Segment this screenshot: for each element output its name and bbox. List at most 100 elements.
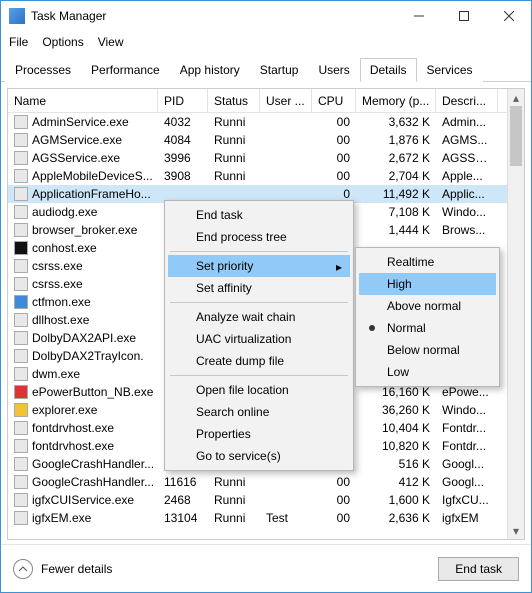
priority-high[interactable]: High [359,273,496,295]
process-row[interactable]: AGSService.exe3996Runni002,672 KAGSSe... [8,149,524,167]
radio-selected-icon [369,325,375,331]
col-status[interactable]: Status [208,89,260,112]
process-pid: 2468 [158,493,208,507]
column-headers: Name PID Status User ... CPU Memory (p..… [8,89,524,113]
process-cpu: 0 [312,187,356,201]
process-description: Brows... [436,223,498,237]
col-memory[interactable]: Memory (p... [356,89,436,112]
process-memory: 1,876 K [356,133,436,147]
ctx-properties[interactable]: Properties [168,423,350,445]
process-pid: 11616 [158,475,208,489]
tab-strip: ProcessesPerformanceApp historyStartupUs… [1,53,531,82]
process-cpu: 00 [312,169,356,183]
process-row[interactable]: AGMService.exe4084Runni001,876 KAGMS... [8,131,524,149]
menu-view[interactable]: View [98,35,124,49]
priority-normal[interactable]: Normal [359,317,496,339]
col-description[interactable]: Descri... [436,89,498,112]
ctx-search-online[interactable]: Search online [168,401,350,423]
process-name: igfxEM.exe [32,511,91,525]
process-row[interactable]: GoogleCrashHandler...11616Runni00412 KGo… [8,473,524,491]
col-pid[interactable]: PID [158,89,208,112]
process-icon [14,367,28,381]
priority-below-normal[interactable]: Below normal [359,339,496,361]
process-description: igfxEM [436,511,498,525]
process-memory: 36,260 K [356,403,436,417]
process-description: Fontdr... [436,421,498,435]
ctx-go-to-services[interactable]: Go to service(s) [168,445,350,467]
priority-realtime[interactable]: Realtime [359,251,496,273]
process-icon [14,385,28,399]
process-memory: 11,492 K [356,187,436,201]
process-icon [14,331,28,345]
ctx-end-task[interactable]: End task [168,204,350,226]
ctx-create-dump-file[interactable]: Create dump file [168,350,350,372]
process-description: Windo... [436,403,498,417]
process-row[interactable]: igfxEM.exe13104RunniTest002,636 KigfxEM [8,509,524,527]
process-icon [14,277,28,291]
end-task-button[interactable]: End task [438,557,519,581]
process-description: AGMS... [436,133,498,147]
process-memory: 1,444 K [356,223,436,237]
process-description: IgfxCU... [436,493,498,507]
process-status: Runni [208,169,260,183]
ctx-end-process-tree[interactable]: End process tree [168,226,350,248]
maximize-button[interactable] [441,1,486,31]
process-cpu: 00 [312,115,356,129]
process-name: DolbyDAX2TrayIcon. [32,349,144,363]
ctx-uac-virtualization[interactable]: UAC virtualization [168,328,350,350]
process-cpu: 00 [312,151,356,165]
close-button[interactable] [486,1,531,31]
ctx-analyze-wait-chain[interactable]: Analyze wait chain [168,306,350,328]
minimize-button[interactable] [396,1,441,31]
process-name: conhost.exe [32,241,97,255]
tab-app-history[interactable]: App history [170,58,250,82]
process-row[interactable]: AdminService.exe4032Runni003,632 KAdmin.… [8,113,524,131]
submenu-arrow-icon: ▸ [336,260,342,274]
process-icon [14,205,28,219]
process-name: GoogleCrashHandler... [32,457,154,471]
process-description: AGSSe... [436,151,498,165]
process-icon [14,475,28,489]
process-name: explorer.exe [32,403,97,417]
priority-above-normal[interactable]: Above normal [359,295,496,317]
process-icon [14,241,28,255]
titlebar: Task Manager [1,1,531,31]
menu-file[interactable]: File [9,35,28,49]
col-name[interactable]: Name [8,89,158,112]
process-memory: 516 K [356,457,436,471]
process-memory: 7,108 K [356,205,436,219]
tab-processes[interactable]: Processes [5,58,81,82]
priority-low[interactable]: Low [359,361,496,383]
process-row[interactable]: AppleMobileDeviceS...3908Runni002,704 KA… [8,167,524,185]
process-description: Admin... [436,115,498,129]
process-cpu: 00 [312,511,356,525]
footer: Fewer details End task [1,544,531,592]
process-memory: 10,404 K [356,421,436,435]
process-row[interactable]: igfxCUIService.exe2468Runni001,600 KIgfx… [8,491,524,509]
priority-submenu: Realtime High Above normal Normal Below … [355,247,500,387]
process-description: Googl... [436,475,498,489]
process-memory: 412 K [356,475,436,489]
process-status: Runni [208,115,260,129]
process-icon [14,133,28,147]
scrollbar-thumb[interactable] [510,106,522,166]
tab-startup[interactable]: Startup [250,58,309,82]
fewer-details-button[interactable]: Fewer details [13,559,112,579]
col-cpu[interactable]: CPU [312,89,356,112]
window-title: Task Manager [31,9,396,23]
process-icon [14,259,28,273]
scroll-down-button[interactable]: ▾ [508,522,524,539]
tab-users[interactable]: Users [308,58,359,82]
scroll-up-button[interactable]: ▴ [508,89,524,106]
process-icon [14,187,28,201]
tab-performance[interactable]: Performance [81,58,170,82]
ctx-set-affinity[interactable]: Set affinity [168,277,350,299]
vertical-scrollbar[interactable]: ▴ ▾ [507,89,524,539]
tab-details[interactable]: Details [360,58,417,82]
ctx-open-file-location[interactable]: Open file location [168,379,350,401]
task-manager-window: Task Manager File Options View Processes… [0,0,532,593]
ctx-set-priority[interactable]: Set priority▸ [168,255,350,277]
tab-services[interactable]: Services [417,58,483,82]
col-user[interactable]: User ... [260,89,312,112]
menu-options[interactable]: Options [42,35,83,49]
